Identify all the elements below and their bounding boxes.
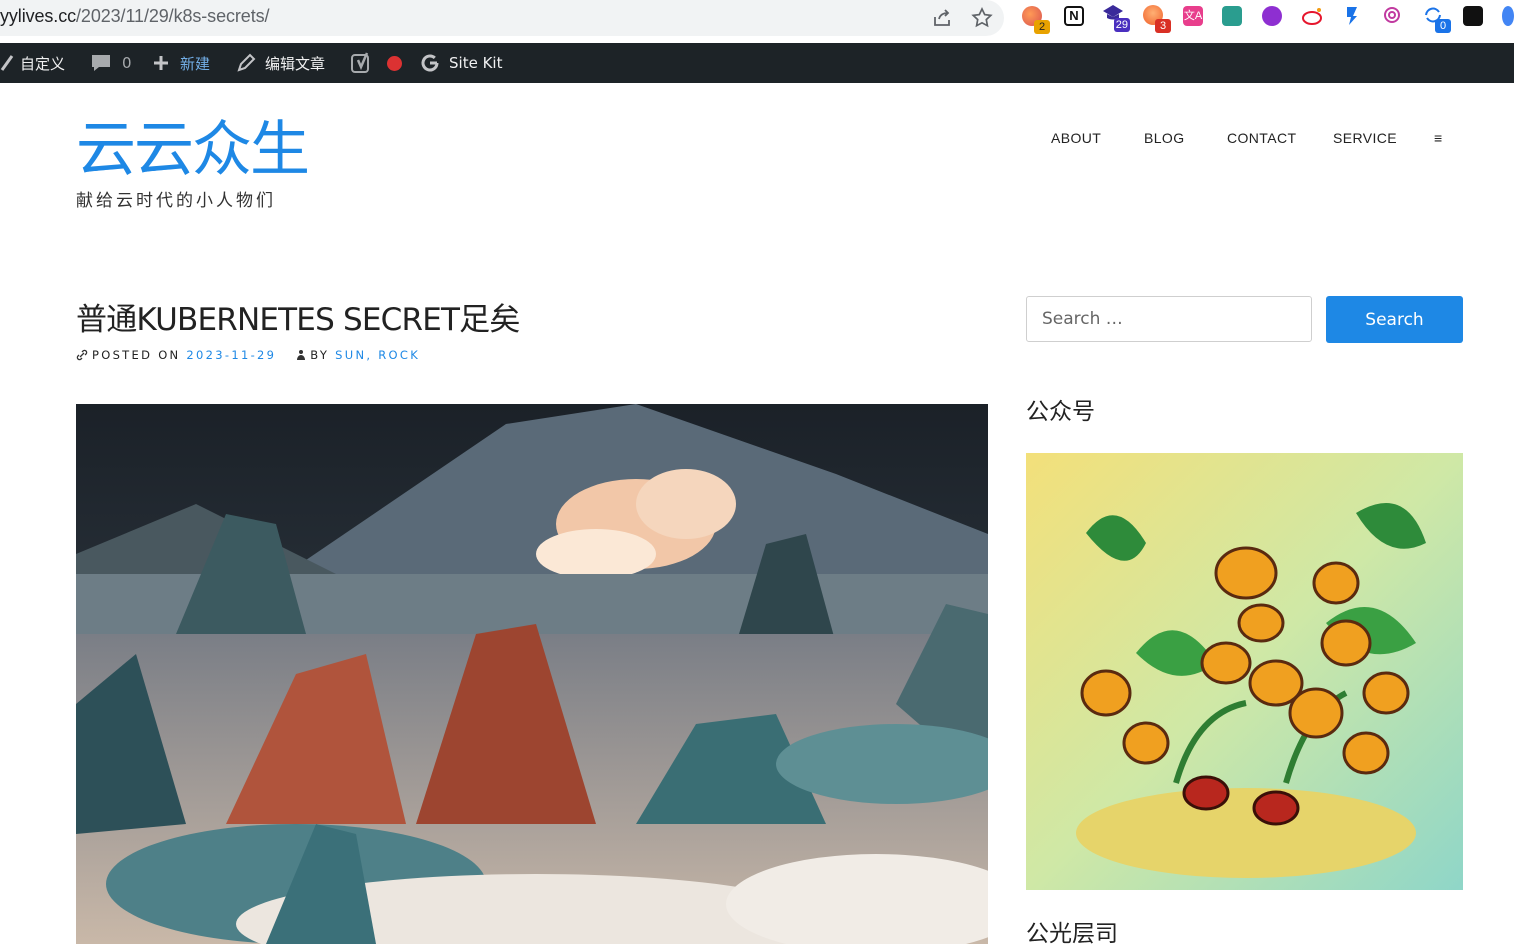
author-icon: [297, 350, 306, 360]
nav-item-about[interactable]: ABOUT: [1051, 130, 1101, 146]
post-meta: POSTED ON 2023-11-29 BY SUN, ROCK: [76, 348, 420, 362]
url-text[interactable]: yylives.cc/2023/11/29/k8s-secrets/: [0, 6, 270, 27]
customize-label: 自定义: [20, 54, 66, 73]
wechat-image: [1026, 453, 1463, 890]
post-title: 普通KUBERNETES SECRET足矣: [76, 302, 520, 338]
posted-on-label: POSTED ON: [92, 348, 181, 362]
comments-count: 0: [122, 54, 132, 72]
share-icon[interactable]: [930, 6, 954, 30]
post-author[interactable]: SUN, ROCK: [335, 348, 420, 362]
site-title[interactable]: 云云众生: [76, 110, 310, 190]
admin-edit-post[interactable]: 编辑文章: [236, 43, 325, 83]
notion-icon[interactable]: N: [1064, 6, 1084, 26]
menu-toggle-icon[interactable]: ≡: [1434, 130, 1443, 146]
translate-icon[interactable]: 文A: [1183, 6, 1203, 26]
sitekit-label: Site Kit: [449, 54, 503, 72]
wp-admin-bar: 自定义 0 新建 编辑文章 Site Kit: [0, 43, 1514, 83]
nav-item-service[interactable]: SERVICE: [1333, 130, 1397, 146]
widget-title-wechat: 公众号: [1026, 399, 1095, 425]
seo-status-dot: [387, 55, 402, 71]
comment-icon: [92, 55, 110, 71]
pencil-icon: [237, 53, 256, 72]
featured-image: [76, 404, 988, 944]
browser-toolbar: yylives.cc/2023/11/29/k8s-secrets/ 2 N 2…: [0, 0, 1514, 43]
admin-sitekit[interactable]: Site Kit: [420, 43, 502, 83]
site-description: 献给云时代的小人物们: [76, 191, 276, 211]
extension-13-icon[interactable]: [1502, 6, 1514, 26]
link-icon: [76, 349, 88, 361]
nav-item-blog[interactable]: BLOG: [1144, 130, 1185, 146]
admin-customize[interactable]: 自定义: [0, 43, 65, 83]
extension-3-icon[interactable]: 29: [1102, 4, 1130, 32]
extension-7-icon[interactable]: [1262, 6, 1282, 26]
nav-item-contact[interactable]: CONTACT: [1227, 130, 1296, 146]
admin-comments[interactable]: 0: [90, 43, 132, 83]
yoast-icon: [351, 52, 369, 73]
bookmark-star-icon[interactable]: [970, 6, 994, 30]
plus-icon: [154, 56, 168, 70]
extension-12-icon[interactable]: [1463, 6, 1483, 26]
extension-11-icon[interactable]: 0: [1423, 5, 1451, 33]
extension-4-icon[interactable]: 3: [1143, 5, 1171, 33]
admin-yoast[interactable]: [351, 43, 402, 83]
new-label: 新建: [180, 54, 211, 73]
search-input[interactable]: [1026, 296, 1312, 342]
extension-6-icon[interactable]: [1222, 6, 1242, 26]
address-bar[interactable]: yylives.cc/2023/11/29/k8s-secrets/: [0, 0, 1004, 36]
search-button[interactable]: Search: [1326, 296, 1463, 343]
google-icon: [421, 54, 439, 72]
admin-new[interactable]: 新建: [152, 43, 210, 83]
brush-icon: [0, 55, 14, 71]
post-date[interactable]: 2023-11-29: [186, 348, 276, 362]
extension-1-icon[interactable]: 2: [1022, 6, 1050, 34]
widget-title-2: 公光层司: [1026, 921, 1118, 947]
edit-label: 编辑文章: [265, 54, 326, 73]
openai-icon[interactable]: [1382, 5, 1402, 25]
by-label: BY: [310, 348, 330, 362]
weibo-icon[interactable]: [1302, 7, 1322, 27]
extension-9-icon[interactable]: [1343, 5, 1363, 25]
